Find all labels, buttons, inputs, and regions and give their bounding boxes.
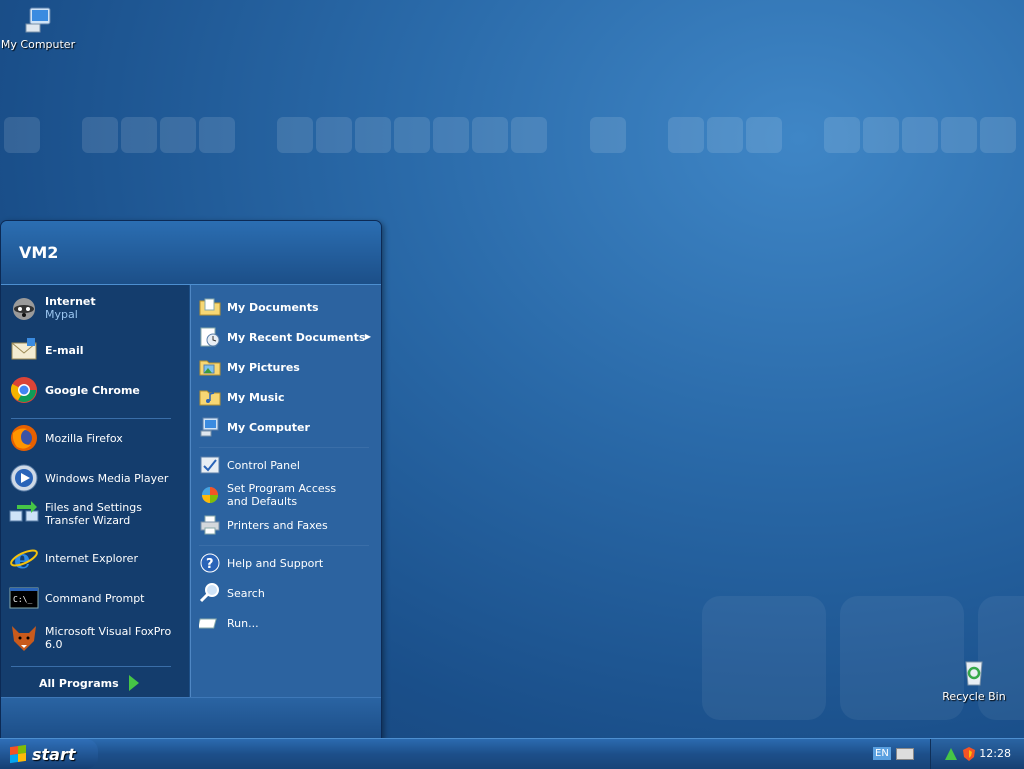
svg-text:e: e: [14, 545, 31, 573]
menu-item-label: My Computer: [227, 420, 310, 434]
language-indicator[interactable]: EN: [873, 747, 891, 760]
start-menu-left-pane: Internet Mypal E-mail Google Chrome Mozi…: [1, 285, 189, 697]
menu-separator: [199, 447, 369, 448]
green-arrow-icon: [128, 675, 139, 691]
run-icon: [199, 612, 221, 634]
start-menu-footer: [1, 697, 381, 739]
menu-item-search[interactable]: Search: [199, 582, 265, 604]
menu-item-label: Set Program Access and Defaults: [227, 482, 337, 508]
media-player-icon: [9, 463, 39, 493]
menu-item-label: Printers and Faxes: [227, 518, 328, 532]
all-programs-button[interactable]: All Programs: [39, 675, 139, 691]
menu-item-internet[interactable]: Internet Mypal: [9, 293, 96, 323]
menu-item-mozilla-firefox[interactable]: Mozilla Firefox: [9, 423, 123, 453]
desktop-icon-recycle-bin[interactable]: Recycle Bin: [934, 656, 1014, 703]
menu-item-my-pictures[interactable]: My Pictures: [199, 356, 300, 378]
submenu-arrow-icon: ▶: [364, 332, 371, 341]
menu-item-windows-media-player[interactable]: Windows Media Player: [9, 463, 168, 493]
music-folder-icon: [199, 386, 221, 408]
menu-item-transfer-wizard[interactable]: Files and Settings Transfer Wizard: [9, 499, 180, 529]
menu-item-my-recent-documents[interactable]: My Recent Documents: [199, 326, 369, 348]
my-computer-icon: [199, 416, 221, 438]
menu-item-program-access-defaults[interactable]: Set Program Access and Defaults: [199, 482, 352, 508]
menu-item-label: My Recent Documents: [227, 330, 366, 344]
chrome-icon: [9, 375, 39, 405]
my-computer-icon: [25, 7, 51, 33]
menu-item-visual-foxpro[interactable]: Microsoft Visual FoxPro 6.0: [9, 623, 189, 653]
firefox-icon: [9, 423, 39, 453]
menu-item-label: Windows Media Player: [45, 471, 169, 485]
pictures-folder-icon: [199, 356, 221, 378]
recycle-bin-icon: [965, 661, 983, 686]
user-name: VM2: [19, 243, 59, 262]
printer-icon: [199, 514, 221, 536]
menu-item-label: My Music: [227, 390, 285, 404]
raccoon-browser-icon: [9, 293, 39, 323]
search-icon: [199, 582, 221, 604]
menu-item-label: Search: [227, 586, 265, 600]
start-menu-header: VM2: [1, 221, 381, 285]
menu-item-sublabel: Mypal: [45, 308, 78, 321]
menu-item-label: Help and Support: [227, 556, 324, 570]
menu-item-my-documents[interactable]: My Documents: [199, 296, 319, 318]
start-menu-right-pane: My Documents My Recent Documents ▶ My Pi…: [190, 285, 381, 697]
svg-text:?: ?: [206, 557, 214, 572]
start-button[interactable]: start: [0, 739, 98, 769]
taskbar: start EN 12:28: [0, 738, 1024, 769]
security-shield-icon[interactable]: [961, 746, 977, 762]
help-icon: ?: [199, 552, 221, 574]
menu-item-my-computer[interactable]: My Computer: [199, 416, 310, 438]
all-programs-label: All Programs: [39, 676, 119, 690]
menu-item-label: Mozilla Firefox: [45, 431, 123, 445]
menu-item-control-panel[interactable]: Control Panel: [199, 454, 300, 476]
svg-text:C:\_: C:\_: [13, 595, 32, 604]
menu-item-label: Microsoft Visual FoxPro 6.0: [45, 625, 172, 651]
email-icon: [9, 335, 39, 365]
menu-item-label: Google Chrome: [45, 383, 140, 397]
recent-documents-icon: [199, 326, 221, 348]
menu-item-label: Control Panel: [227, 458, 300, 472]
menu-separator: [11, 666, 171, 667]
start-menu: VM2 Internet Mypal E-mail Google Chrome: [0, 220, 382, 740]
menu-item-label: Internet Explorer: [45, 551, 138, 565]
menu-separator: [11, 418, 171, 419]
internet-explorer-icon: e: [9, 543, 39, 573]
menu-item-run[interactable]: Run...: [199, 612, 259, 634]
menu-item-label: My Documents: [227, 300, 319, 314]
keyboard-icon[interactable]: [896, 748, 914, 760]
desktop-icon-my-computer[interactable]: My Computer: [0, 4, 78, 51]
menu-item-label: E-mail: [45, 343, 84, 357]
menu-item-printers-faxes[interactable]: Printers and Faxes: [199, 514, 328, 536]
windows-logo-icon: [10, 744, 26, 764]
desktop-icon-label: My Computer: [0, 38, 76, 51]
menu-item-label: Run...: [227, 616, 259, 630]
system-tray: 12:28: [930, 739, 1024, 769]
menu-item-google-chrome[interactable]: Google Chrome: [9, 375, 140, 405]
menu-item-help-support[interactable]: ? Help and Support: [199, 552, 323, 574]
menu-item-label: Internet: [45, 295, 96, 308]
command-prompt-icon: C:\_: [9, 583, 39, 613]
menu-item-label: Command Prompt: [45, 591, 145, 605]
menu-item-command-prompt[interactable]: C:\_ Command Prompt: [9, 583, 145, 613]
folder-icon: [199, 296, 221, 318]
transfer-wizard-icon: [9, 499, 39, 529]
clock[interactable]: 12:28: [979, 747, 1011, 760]
menu-item-label: Files and Settings Transfer Wizard: [45, 501, 142, 527]
foxpro-icon: [9, 623, 39, 653]
menu-separator: [199, 545, 369, 546]
desktop-icon-label: Recycle Bin: [942, 690, 1006, 703]
program-defaults-icon: [199, 484, 221, 506]
menu-item-my-music[interactable]: My Music: [199, 386, 285, 408]
start-label: start: [32, 744, 76, 764]
menu-item-email[interactable]: E-mail: [9, 335, 84, 365]
menu-item-label: My Pictures: [227, 360, 300, 374]
network-icon[interactable]: [943, 746, 959, 762]
control-panel-icon: [199, 454, 221, 476]
menu-item-internet-explorer[interactable]: e Internet Explorer: [9, 543, 138, 573]
